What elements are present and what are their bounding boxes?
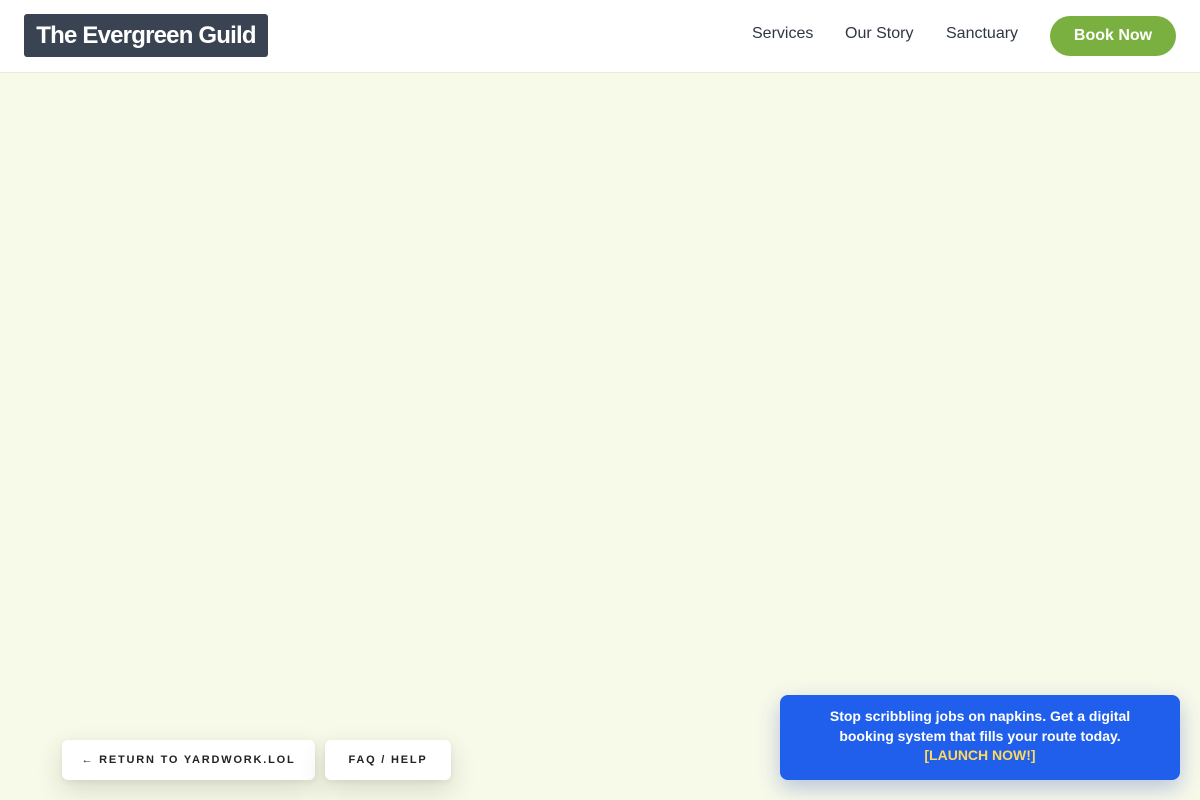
book-now-button[interactable]: Book Now	[1050, 16, 1176, 56]
promo-text: Stop scribbling jobs on napkins. Get a d…	[829, 708, 1131, 744]
nav-link-services[interactable]: Services	[752, 24, 813, 44]
site-logo[interactable]: The Evergreen Guild	[24, 14, 268, 57]
launch-now-link[interactable]: [LAUNCH NOW!]	[924, 746, 1035, 766]
faq-help-button[interactable]: FAQ / HELP	[325, 740, 451, 780]
top-navigation-bar: The Evergreen Guild Services Our Story S…	[0, 0, 1200, 73]
return-to-yardwork-button[interactable]: ← RETURN TO YARDWORK.LOL	[62, 740, 315, 780]
nav-link-our-story[interactable]: Our Story	[845, 24, 913, 44]
nav-link-sanctuary[interactable]: Sanctuary	[946, 24, 1018, 44]
promo-banner: Stop scribbling jobs on napkins. Get a d…	[780, 695, 1180, 780]
